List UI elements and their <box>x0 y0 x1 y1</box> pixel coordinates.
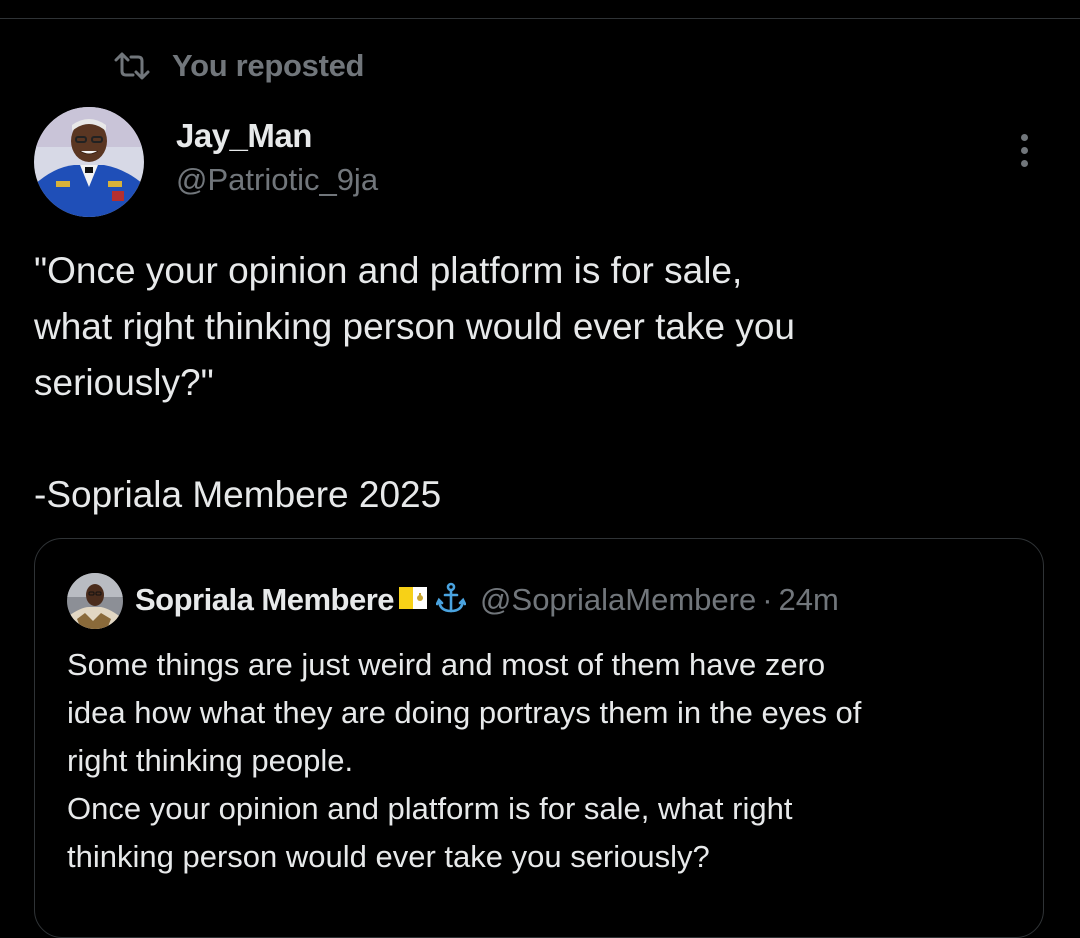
quote-separator: · <box>762 582 773 617</box>
quote-timestamp[interactable]: 24m <box>779 582 839 618</box>
author-avatar[interactable] <box>34 107 144 217</box>
anchor-icon <box>435 582 467 619</box>
author-handle[interactable]: @Patriotic_9ja <box>176 160 378 200</box>
tweet-text: "Once your opinion and platform is for s… <box>34 250 795 515</box>
quoted-tweet-card[interactable]: Sopriala Membere @SoprialaMembere · 24m … <box>34 538 1044 938</box>
repost-indicator: You reposted <box>114 46 364 86</box>
more-options-icon[interactable] <box>1006 130 1042 170</box>
repost-icon <box>114 51 150 81</box>
top-divider <box>0 18 1080 19</box>
quote-author-handle[interactable]: @SoprialaMembere <box>480 582 756 618</box>
quote-header: Sopriala Membere @SoprialaMembere · 24m <box>135 579 839 621</box>
vatican-flag-icon <box>398 584 428 617</box>
quote-author-avatar[interactable] <box>67 573 123 629</box>
repost-label: You reposted <box>172 48 365 83</box>
quote-text: Some things are just weird and most of t… <box>67 647 862 874</box>
author-info: Jay_Man @Patriotic_9ja <box>176 116 378 200</box>
author-name[interactable]: Jay_Man <box>176 116 378 156</box>
quote-author-name[interactable]: Sopriala Membere <box>135 582 395 618</box>
